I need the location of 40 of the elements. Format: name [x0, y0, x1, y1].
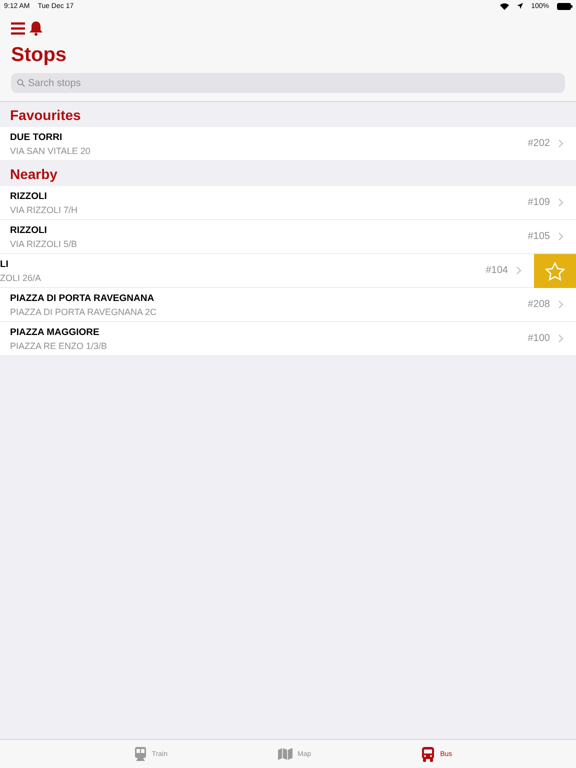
stop-number: #105	[528, 231, 550, 242]
search-field[interactable]: Sarch stops	[11, 73, 565, 93]
chevron-icon	[558, 139, 564, 148]
menu-icon[interactable]	[11, 22, 25, 34]
section-title: Favourites	[10, 106, 81, 122]
stop-address: ZOLI 26/A	[0, 272, 42, 282]
section-title: Nearby	[10, 166, 58, 182]
stop-number: #208	[528, 299, 550, 310]
bell-icon[interactable]	[29, 20, 43, 36]
stop-name: PIAZZA DI PORTA RAVEGNANA	[10, 292, 156, 304]
stop-name: PIAZZA MAGGIORE	[10, 326, 100, 338]
wifi-icon	[500, 2, 510, 10]
bus-icon	[421, 746, 436, 762]
stop-number: #100	[528, 333, 550, 344]
stop-name: RIZZOLI	[10, 190, 48, 202]
page-title: Stops	[11, 43, 68, 67]
map-icon	[278, 748, 292, 760]
stop-number: #202	[528, 138, 550, 149]
chevron-icon	[558, 198, 564, 207]
stop-address: VIA RIZZOLI 7/H	[10, 204, 79, 214]
stop-number: #104	[486, 265, 508, 276]
chevron-icon	[558, 232, 564, 241]
stop-address: VIA SAN VITALE 20	[10, 146, 92, 156]
stop-number: #109	[528, 197, 550, 208]
stop-name: LI	[0, 258, 10, 270]
train-icon	[134, 747, 147, 761]
stop-row[interactable]: PIAZZA MAGGIORE PIAZZA RE ENZO 1/3/B #100	[0, 322, 576, 356]
chevron-icon	[516, 266, 522, 275]
stop-address: PIAZZA RE ENZO 1/3/B	[10, 340, 108, 350]
chevron-icon	[558, 300, 564, 309]
stop-name: DUE TORRI	[10, 132, 64, 142]
search-icon	[17, 79, 25, 87]
stop-address: VIA RIZZOLI 5/B	[10, 238, 78, 248]
chevron-icon	[558, 334, 564, 343]
battery-icon	[557, 2, 573, 10]
stop-name: RIZZOLI	[10, 224, 48, 236]
stop-address: PIAZZA DI PORTA RAVEGNANA 2C	[10, 306, 158, 316]
star-icon	[545, 262, 565, 280]
location-icon	[517, 3, 524, 9]
stop-row[interactable]: DUE TORRI VIA SAN VITALE 20 #202	[0, 127, 576, 161]
